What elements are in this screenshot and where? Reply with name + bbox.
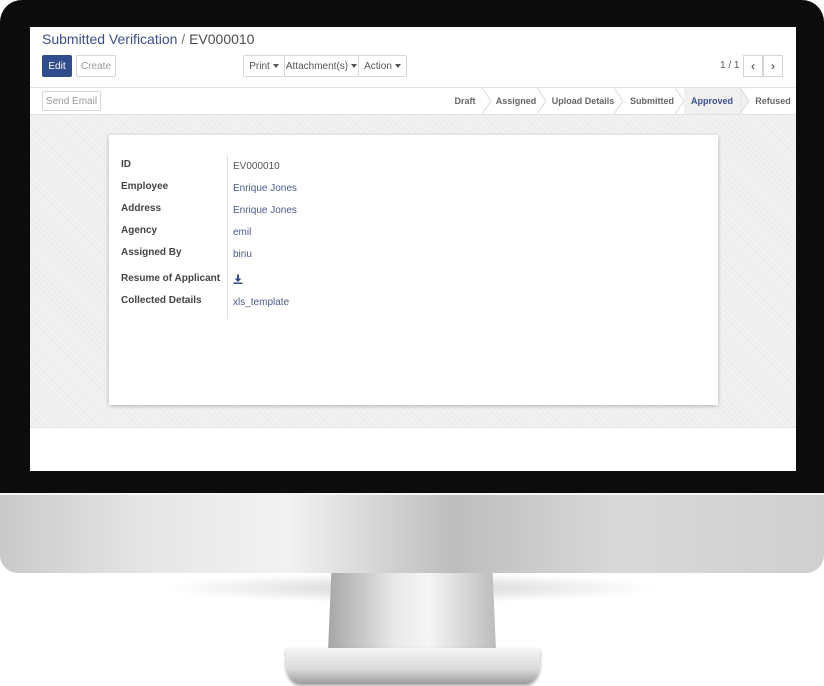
app-screen: Submitted Verification / EV000010 Edit C…: [30, 27, 796, 471]
field-divider: [227, 155, 228, 319]
stage-assigned[interactable]: Assigned: [491, 88, 541, 114]
monitor-chin: [0, 493, 824, 573]
chatter-area: [30, 427, 796, 471]
pager-value: 1 / 1: [720, 60, 740, 71]
field-label-resume: Resume of Applicant: [121, 273, 221, 284]
field-label-employee: Employee: [121, 181, 169, 192]
chevron-right-icon: ›: [771, 59, 775, 73]
form-background: ID EV000010 Employee Enrique Jones Addre…: [30, 115, 796, 427]
stage-separator-icon: [537, 88, 547, 114]
download-icon[interactable]: [233, 274, 243, 284]
form-sheet: ID EV000010 Employee Enrique Jones Addre…: [109, 135, 718, 405]
stage-separator-icon: [614, 88, 624, 114]
stage-approved[interactable]: Approved: [684, 88, 740, 114]
field-value-id: EV000010: [233, 161, 280, 172]
breadcrumb: Submitted Verification / EV000010: [42, 31, 254, 47]
field-label-address: Address: [121, 203, 162, 214]
action-dropdown[interactable]: Action: [358, 55, 407, 77]
breadcrumb-current: EV000010: [189, 31, 255, 47]
send-email-button[interactable]: Send Email: [42, 91, 101, 111]
pager-previous-button[interactable]: ‹: [743, 55, 763, 77]
edit-button[interactable]: Edit: [42, 55, 72, 77]
field-value-assigned-by[interactable]: binu: [233, 249, 252, 260]
caret-down-icon: [351, 64, 358, 69]
field-value-employee[interactable]: Enrique Jones: [233, 183, 297, 194]
monitor-stand-neck: [328, 573, 496, 651]
stage-submitted[interactable]: Submitted: [625, 88, 679, 114]
breadcrumb-parent-link[interactable]: Submitted Verification: [42, 31, 177, 47]
field-label-collected-details: Collected Details: [121, 295, 202, 306]
caret-down-icon: [394, 64, 401, 69]
print-label: Print: [249, 61, 270, 72]
breadcrumb-separator: /: [181, 31, 186, 47]
form-statusbar: Send Email Draft Assigned Upload Details…: [30, 87, 796, 115]
field-value-agency[interactable]: emil: [233, 227, 251, 238]
print-dropdown[interactable]: Print: [243, 55, 285, 77]
attachments-label: Attachment(s): [285, 61, 349, 72]
stage-refused[interactable]: Refused: [750, 88, 796, 114]
field-label-agency: Agency: [121, 225, 158, 236]
stage-upload-details[interactable]: Upload Details: [548, 88, 618, 114]
stage-draft[interactable]: Draft: [444, 88, 486, 114]
field-value-collected-details[interactable]: xls_template: [233, 297, 289, 308]
pager-next-button[interactable]: ›: [763, 55, 783, 77]
caret-down-icon: [272, 64, 279, 69]
monitor-stand-foot: [286, 648, 540, 684]
action-label: Action: [364, 61, 392, 72]
field-label-assigned-by: Assigned By: [121, 247, 182, 258]
attachments-dropdown[interactable]: Attachment(s): [284, 55, 359, 77]
stage-separator-icon: [740, 88, 750, 114]
control-panel: Submitted Verification / EV000010 Edit C…: [30, 27, 796, 87]
chevron-left-icon: ‹: [751, 59, 755, 73]
field-value-address[interactable]: Enrique Jones: [233, 205, 297, 216]
create-button[interactable]: Create: [76, 55, 116, 77]
field-label-id: ID: [121, 159, 131, 170]
